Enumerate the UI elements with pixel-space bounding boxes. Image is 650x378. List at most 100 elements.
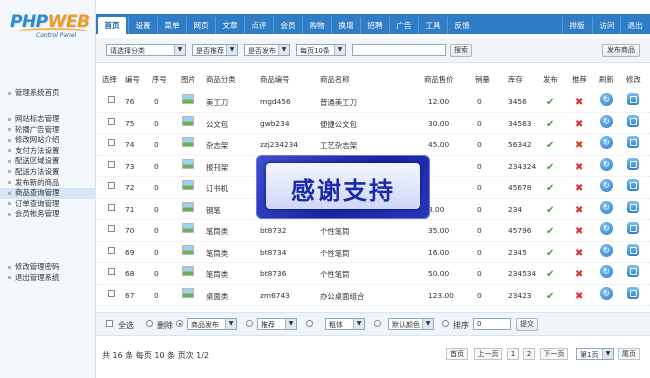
next-page-button[interactable]: 下一页 xyxy=(540,348,568,360)
sidebar-item[interactable]: 商品查询管理 xyxy=(0,188,96,199)
row-checkbox[interactable] xyxy=(108,268,115,275)
batch-publish-select[interactable]: 商品发布 ▼ xyxy=(187,318,237,330)
refresh-icon[interactable]: ↻ xyxy=(600,136,613,149)
page-2-button[interactable]: 2 xyxy=(523,348,535,360)
edit-icon[interactable] xyxy=(627,114,639,127)
row-checkbox[interactable] xyxy=(108,182,115,189)
publish-product-button[interactable]: 发布商品 xyxy=(602,44,640,57)
tab-8[interactable]: 换增 xyxy=(331,17,360,34)
refresh-icon[interactable]: ↻ xyxy=(600,200,613,214)
last-page-button[interactable]: 尾页 xyxy=(618,348,640,360)
tab-5[interactable]: 点评 xyxy=(244,17,273,34)
sidebar-item[interactable]: 订单查询管理 xyxy=(0,199,96,210)
recommend-select[interactable]: 是否推荐 ▼ xyxy=(192,44,238,56)
batch-color-select[interactable]: 默认颜色 ▼ xyxy=(388,318,434,330)
cross-icon[interactable]: ✖ xyxy=(575,291,583,302)
edit-icon[interactable] xyxy=(627,200,639,213)
refresh-icon[interactable]: ↻ xyxy=(600,243,613,257)
sidebar-item[interactable]: 配送区域设置 xyxy=(0,156,96,167)
cross-icon[interactable]: ✖ xyxy=(575,162,583,173)
edit-icon[interactable] xyxy=(627,93,639,105)
prev-page-button[interactable]: 上一页 xyxy=(474,348,502,360)
publish-select[interactable]: 是否发布 ▼ xyxy=(244,44,290,56)
edit-icon[interactable] xyxy=(627,136,639,148)
search-button[interactable]: 搜索 xyxy=(450,44,472,57)
check-icon[interactable]: ✔ xyxy=(546,119,554,130)
recommend-radio[interactable] xyxy=(246,320,253,327)
tab-0[interactable]: 首页 xyxy=(98,17,126,34)
first-page-button[interactable]: 首页 xyxy=(446,348,468,360)
bold-radio[interactable] xyxy=(306,320,313,327)
check-icon[interactable]: ✔ xyxy=(546,140,554,151)
refresh-icon[interactable]: ↻ xyxy=(600,93,613,106)
submit-button[interactable]: 提交 xyxy=(516,318,538,331)
check-icon[interactable]: ✔ xyxy=(546,226,554,237)
color-radio[interactable] xyxy=(374,320,381,327)
check-icon[interactable]: ✔ xyxy=(546,97,554,108)
page-1-button[interactable]: 1 xyxy=(507,348,519,360)
edit-icon[interactable] xyxy=(627,243,639,256)
tab-7[interactable]: 购物 xyxy=(302,17,331,34)
tab-9[interactable]: 招聘 xyxy=(360,17,389,34)
top-right-link[interactable]: 退出 xyxy=(620,17,649,34)
tab-4[interactable]: 文章 xyxy=(215,17,244,34)
row-checkbox[interactable] xyxy=(108,203,115,211)
publish-radio[interactable] xyxy=(176,320,183,327)
refresh-icon[interactable]: ↻ xyxy=(600,179,613,192)
cross-icon[interactable]: ✖ xyxy=(575,183,583,194)
refresh-icon[interactable]: ↻ xyxy=(600,265,613,278)
tab-2[interactable]: 菜单 xyxy=(157,17,186,34)
row-checkbox[interactable] xyxy=(108,117,115,125)
cross-icon[interactable]: ✖ xyxy=(575,269,583,280)
sidebar-item[interactable]: 退出管理系统 xyxy=(0,273,96,284)
refresh-icon[interactable]: ↻ xyxy=(600,114,613,128)
search-input[interactable] xyxy=(352,44,446,56)
row-checkbox[interactable] xyxy=(108,246,115,254)
row-checkbox[interactable] xyxy=(108,139,115,146)
row-checkbox[interactable] xyxy=(108,160,115,168)
sidebar-item[interactable]: 发布新的商品 xyxy=(0,178,96,189)
batch-bold-select[interactable]: 粗体 ▼ xyxy=(325,318,365,330)
sidebar-item[interactable]: 配送方法设置 xyxy=(0,167,96,178)
sidebar-item[interactable]: 修改网站介绍 xyxy=(0,135,96,146)
cross-icon[interactable]: ✖ xyxy=(575,140,583,151)
top-right-link[interactable]: 访问 xyxy=(592,17,621,34)
tab-1[interactable]: 设置 xyxy=(128,17,157,34)
refresh-icon[interactable]: ↻ xyxy=(600,222,613,235)
select-all-checkbox[interactable] xyxy=(106,320,113,327)
check-icon[interactable]: ✔ xyxy=(546,205,554,216)
check-icon[interactable]: ✔ xyxy=(546,162,554,173)
cross-icon[interactable]: ✖ xyxy=(575,119,583,130)
refresh-icon[interactable]: ↻ xyxy=(600,286,613,300)
row-checkbox[interactable] xyxy=(108,289,115,297)
per-page-select[interactable]: 每页10条 ▼ xyxy=(296,44,346,56)
row-checkbox[interactable] xyxy=(108,225,115,232)
check-icon[interactable]: ✔ xyxy=(546,291,554,302)
page-jump-select[interactable]: 第1页 ▼ xyxy=(576,348,614,360)
cross-icon[interactable]: ✖ xyxy=(575,97,583,108)
edit-icon[interactable] xyxy=(627,157,639,170)
check-icon[interactable]: ✔ xyxy=(546,183,554,194)
top-right-link[interactable]: 排版 xyxy=(562,17,591,34)
cross-icon[interactable]: ✖ xyxy=(575,205,583,216)
batch-recommend-select[interactable]: 推荐 ▼ xyxy=(257,318,297,330)
edit-icon[interactable] xyxy=(627,265,639,277)
category-select[interactable]: 请选择分类 ▼ xyxy=(106,44,186,56)
sort-input[interactable]: 0 xyxy=(473,318,511,330)
row-checkbox[interactable] xyxy=(108,96,115,103)
sidebar-item[interactable]: 支付方法设置 xyxy=(0,146,96,157)
tab-6[interactable]: 会员 xyxy=(273,17,302,34)
delete-radio[interactable] xyxy=(146,320,153,327)
refresh-icon[interactable]: ↻ xyxy=(600,157,613,171)
tab-12[interactable]: 反馈 xyxy=(447,17,476,34)
tab-11[interactable]: 工具 xyxy=(418,17,447,34)
sidebar-item[interactable]: 轮播广告管理 xyxy=(0,125,96,136)
edit-icon[interactable] xyxy=(627,286,639,299)
sidebar-item[interactable]: 管理系统首页 xyxy=(0,88,96,99)
check-icon[interactable]: ✔ xyxy=(546,269,554,280)
cross-icon[interactable]: ✖ xyxy=(575,248,583,259)
sort-radio[interactable] xyxy=(442,320,449,327)
tab-3[interactable]: 网页 xyxy=(186,17,215,34)
sidebar-item[interactable]: 网站标志管理 xyxy=(0,114,96,125)
check-icon[interactable]: ✔ xyxy=(546,248,554,259)
